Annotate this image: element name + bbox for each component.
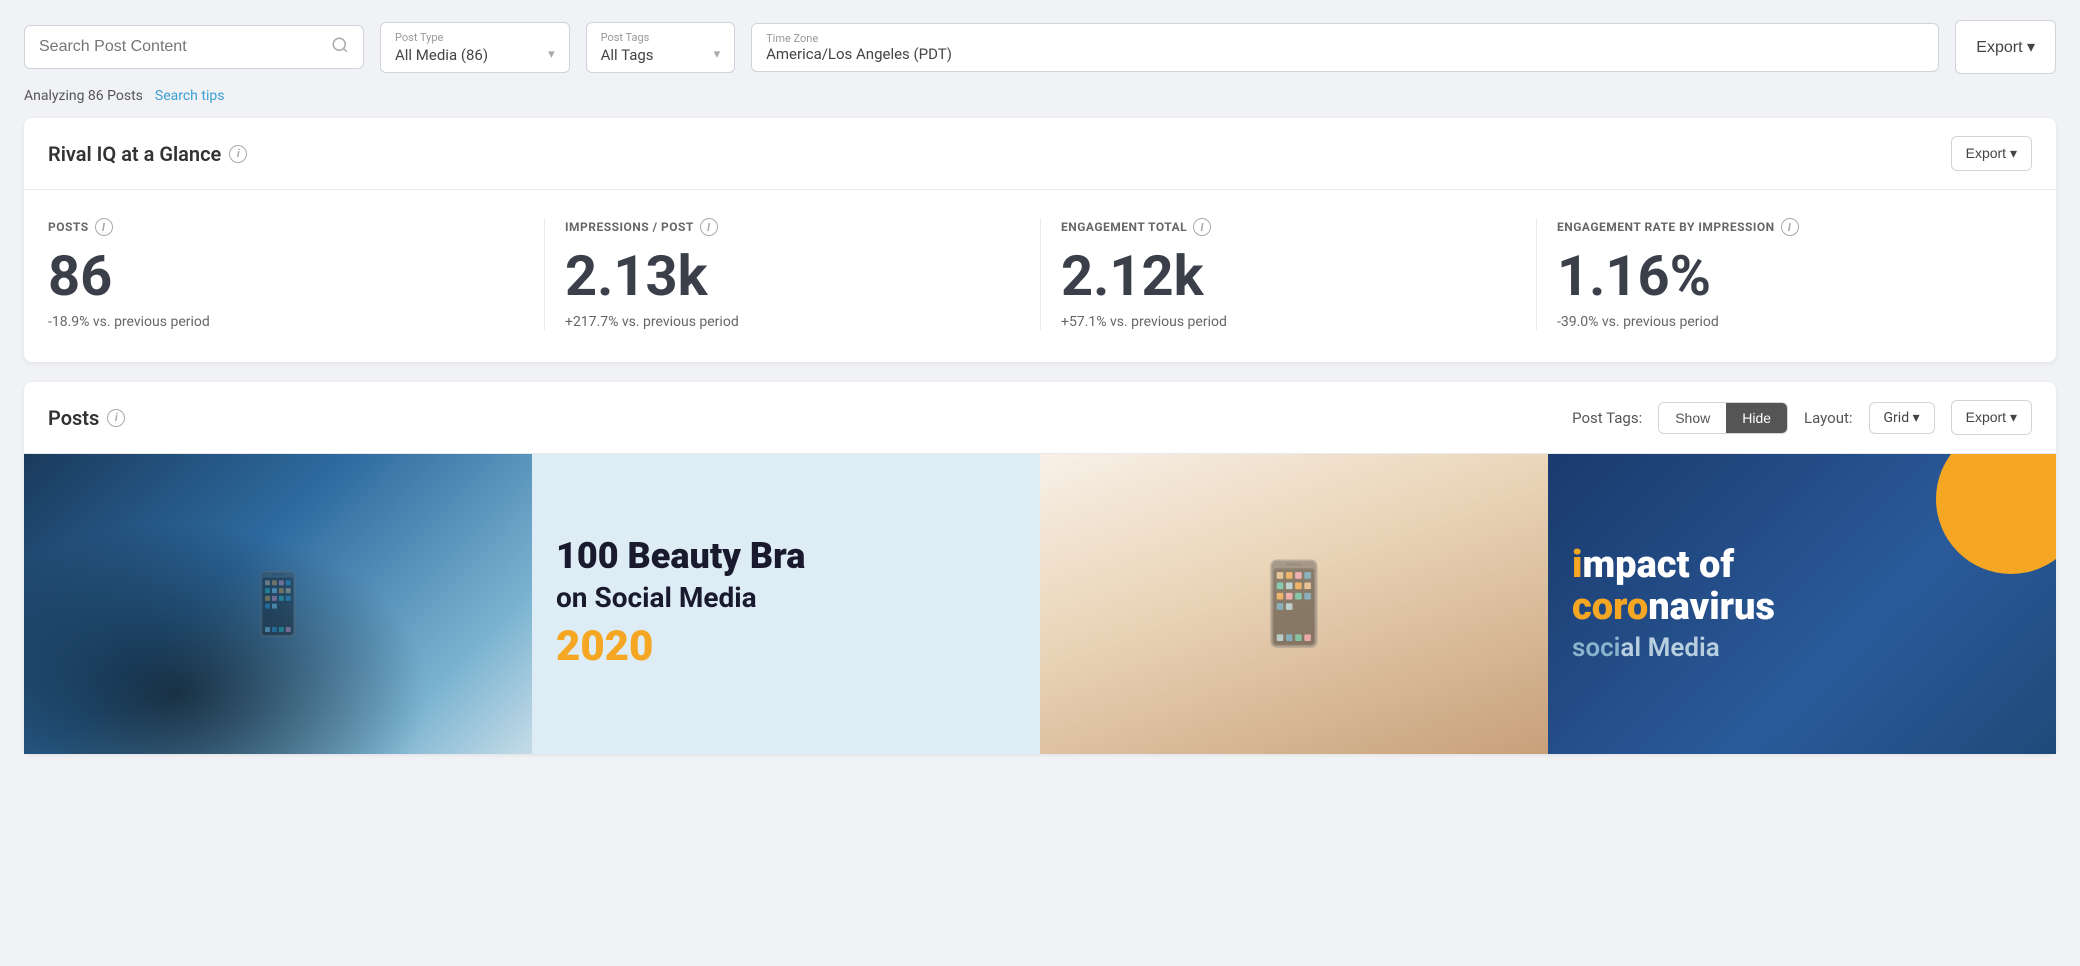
search-icon (331, 36, 349, 58)
post-type-value: All Media (86) ▾ (395, 46, 555, 64)
stat-impressions-value: 2.13k (565, 248, 1020, 304)
layout-dropdown[interactable]: Grid ▾ (1869, 402, 1935, 434)
beauty-overlay: 100 Beauty Bra on Social Media 2020 (532, 454, 1040, 754)
stat-impressions-change: +217.7% vs. previous period (565, 314, 1020, 330)
posts-card: Posts i Post Tags: Show Hide Layout: Gri… (24, 382, 2056, 754)
post-type-dropdown[interactable]: Post Type All Media (86) ▾ (380, 22, 570, 73)
toolbar: Post Type All Media (86) ▾ Post Tags All… (0, 0, 2080, 84)
post-tags-toggle: Show Hide (1658, 402, 1788, 434)
beauty-year: 2020 (556, 622, 1016, 671)
post-type-label: Post Type (395, 31, 555, 44)
search-box[interactable] (24, 25, 364, 69)
timezone-value: America/Los Angeles (PDT) (766, 45, 1924, 63)
stat-engagement-rate-change: -39.0% vs. previous period (1557, 314, 2012, 330)
post-tags-label: Post Tags (601, 31, 721, 44)
impact-line3: social Media (1572, 633, 2032, 663)
impact-overlay: impact of coronavirus social Media (1548, 454, 2056, 754)
glance-export-button[interactable]: Export ▾ (1951, 136, 2032, 171)
beauty-title-line2: on Social Media (556, 581, 1016, 614)
timezone-display: Time Zone America/Los Angeles (PDT) (751, 23, 1939, 72)
glance-info-icon[interactable]: i (229, 145, 247, 163)
layout-label: Layout: (1804, 409, 1852, 427)
post-thumb-3[interactable] (1040, 454, 1548, 754)
impact-line2: coronavirus (1572, 587, 2032, 629)
post-tags-dropdown[interactable]: Post Tags All Tags ▾ (586, 22, 736, 73)
post-thumb-4[interactable]: impact of coronavirus social Media (1548, 454, 2056, 754)
stat-engagement-total-value: 2.12k (1061, 248, 1516, 304)
export-button-top[interactable]: Export ▾ (1955, 20, 2056, 74)
analyzing-text: Analyzing 86 Posts (24, 88, 143, 104)
posts-card-header: Posts i Post Tags: Show Hide Layout: Gri… (24, 382, 2056, 454)
post-thumb-2[interactable]: 100 Beauty Bra on Social Media 2020 (532, 454, 1040, 754)
stat-posts-value: 86 (48, 248, 524, 304)
phone-hand-image (1040, 454, 1548, 754)
stat-engagement-total: ENGAGEMENT TOTAL i 2.12k +57.1% vs. prev… (1040, 218, 1536, 330)
glance-title: Rival IQ at a Glance i (48, 142, 247, 166)
stat-posts: POSTS i 86 -18.9% vs. previous period (48, 218, 544, 330)
search-input[interactable] (39, 38, 321, 56)
stat-posts-change: -18.9% vs. previous period (48, 314, 524, 330)
stat-posts-label: POSTS i (48, 218, 524, 236)
stat-engagement-rate-value: 1.16% (1557, 248, 2012, 304)
post-tags-section-label: Post Tags: (1572, 409, 1642, 427)
stats-grid: POSTS i 86 -18.9% vs. previous period IM… (24, 190, 2056, 362)
stat-engagement-rate: ENGAGEMENT RATE BY IMPRESSION i 1.16% -3… (1536, 218, 2032, 330)
posts-controls: Post Tags: Show Hide Layout: Grid ▾ Expo… (1572, 400, 2032, 435)
stat-engagement-total-info-icon[interactable]: i (1193, 218, 1211, 236)
beauty-title-line1: 100 Beauty Bra (556, 537, 1016, 577)
hide-toggle-button[interactable]: Hide (1726, 403, 1787, 433)
show-toggle-button[interactable]: Show (1659, 403, 1726, 433)
stat-engagement-rate-info-icon[interactable]: i (1781, 218, 1799, 236)
analyzing-bar: Analyzing 86 Posts Search tips (0, 84, 2080, 118)
chevron-down-icon: ▾ (548, 47, 555, 62)
stat-engagement-rate-label: ENGAGEMENT RATE BY IMPRESSION i (1557, 218, 2012, 236)
search-tips-link[interactable]: Search tips (155, 88, 225, 104)
post-tags-value: All Tags ▾ (601, 46, 721, 64)
posts-export-button[interactable]: Export ▾ (1951, 400, 2032, 435)
people-image (24, 454, 532, 754)
stat-engagement-total-label: ENGAGEMENT TOTAL i (1061, 218, 1516, 236)
stat-engagement-total-change: +57.1% vs. previous period (1061, 314, 1516, 330)
chevron-down-icon: ▾ (714, 47, 721, 62)
posts-info-icon[interactable]: i (107, 409, 125, 427)
stat-impressions-label: IMPRESSIONS / POST i (565, 218, 1020, 236)
posts-title: Posts i (48, 406, 125, 430)
glance-card-header: Rival IQ at a Glance i Export ▾ (24, 118, 2056, 190)
impact-line1: impact of (1572, 545, 2032, 587)
stat-posts-info-icon[interactable]: i (95, 218, 113, 236)
posts-grid: 100 Beauty Bra on Social Media 2020 impa… (24, 454, 2056, 754)
post-thumb-1[interactable] (24, 454, 532, 754)
timezone-label: Time Zone (766, 32, 1924, 45)
glance-card: Rival IQ at a Glance i Export ▾ POSTS i … (24, 118, 2056, 362)
stat-impressions-info-icon[interactable]: i (700, 218, 718, 236)
stat-impressions: IMPRESSIONS / POST i 2.13k +217.7% vs. p… (544, 218, 1040, 330)
